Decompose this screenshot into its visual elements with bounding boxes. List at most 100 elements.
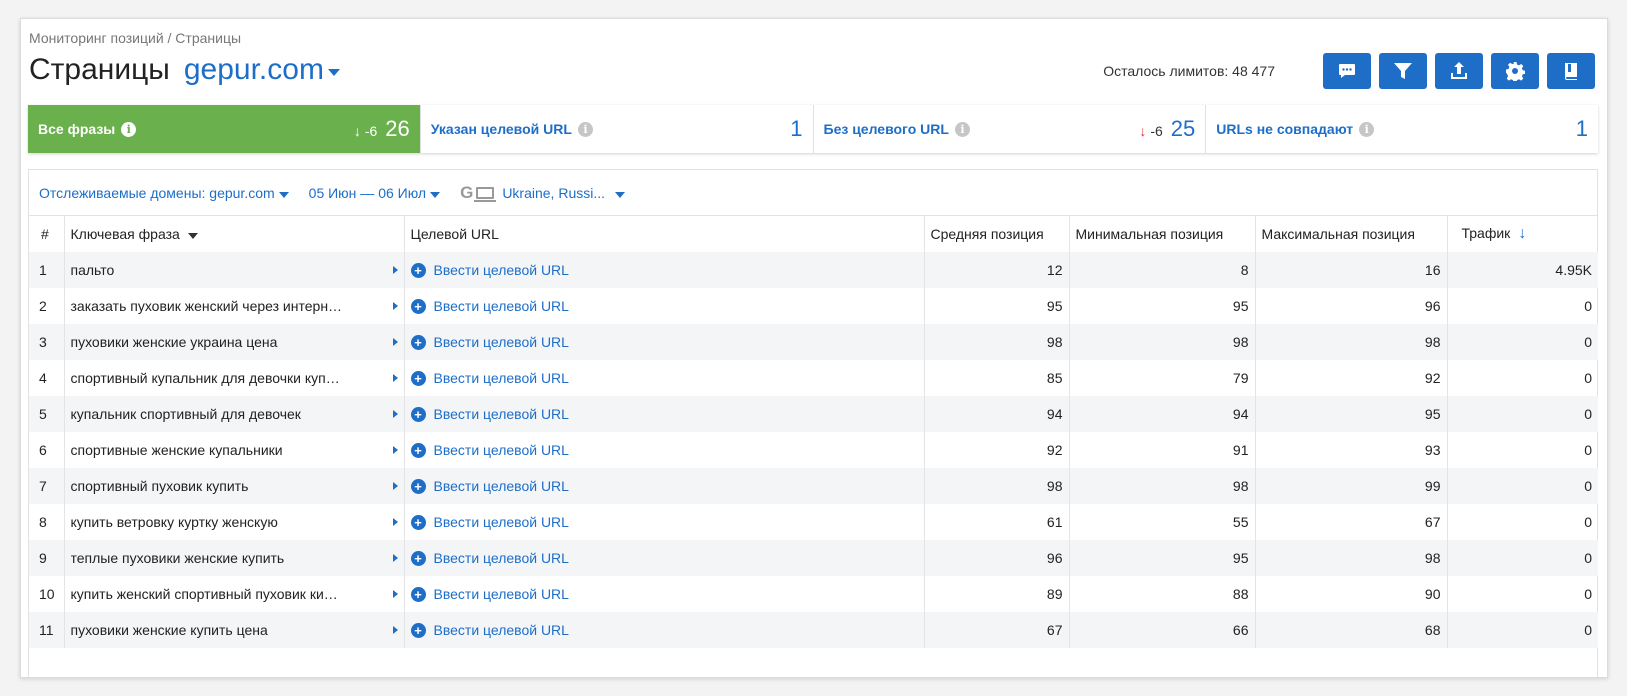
traffic-cell: 0 — [1584, 514, 1592, 530]
domain-dropdown[interactable]: gepur.com — [184, 53, 340, 87]
min-position-cell: 95 — [1069, 540, 1256, 576]
domains-filter[interactable]: Отслеживаемые домены: gepur.com — [39, 185, 289, 201]
expand-arrow-icon[interactable] — [392, 626, 398, 634]
stat-urls-mismatch[interactable]: URLs не совпадают i 1 — [1206, 105, 1598, 153]
avg-position-cell: 94 — [924, 396, 1070, 432]
table-row[interactable]: 4 спортивный купальник для девочки куп… … — [29, 360, 1598, 396]
expand-arrow-icon[interactable] — [392, 590, 398, 598]
laptop-icon — [474, 186, 497, 202]
keyword-cell[interactable]: купальник спортивный для девочек — [64, 396, 405, 432]
col-max-position[interactable]: Максимальная позиция — [1255, 216, 1448, 252]
keyword-cell[interactable]: спортивный купальник для девочки куп… — [64, 360, 405, 396]
enter-target-url-link[interactable]: + Ввести целевой URL — [410, 370, 918, 386]
region-filter[interactable]: G Ukraine, Russi... — [460, 182, 626, 203]
col-keyword[interactable]: Ключевая фраза — [64, 216, 405, 252]
col-avg-position[interactable]: Средняя позиция — [924, 216, 1070, 252]
enter-target-url-link[interactable]: + Ввести целевой URL — [410, 514, 918, 530]
breadcrumb[interactable]: Мониторинг позиций / Страницы — [29, 30, 241, 46]
table-row[interactable]: 1 пальто + Ввести целевой URL 12 8 16 4.… — [29, 252, 1598, 288]
traffic-cell: 0 — [1584, 370, 1592, 386]
col-traffic[interactable]: Трафик ↓ — [1447, 216, 1598, 252]
enter-target-url-link[interactable]: + Ввести целевой URL — [410, 586, 918, 602]
target-url-cell: + Ввести целевой URL — [404, 252, 925, 288]
info-icon[interactable]: i — [1359, 121, 1375, 137]
enter-target-url-link[interactable]: + Ввести целевой URL — [410, 478, 918, 494]
table-row[interactable]: 3 пуховики женские украина цена + Ввести… — [29, 324, 1598, 360]
domain-label: gepur.com — [183, 53, 324, 86]
enter-target-url-link[interactable]: + Ввести целевой URL — [410, 550, 918, 566]
avg-position-cell: 98 — [924, 468, 1070, 504]
link-label: Ввести целевой URL — [433, 478, 569, 494]
enter-target-url-link[interactable]: + Ввести целевой URL — [410, 262, 918, 278]
table-row[interactable]: 9 теплые пуховики женские купить + Ввест… — [29, 540, 1598, 576]
avg-position-cell: 96 — [924, 540, 1070, 576]
expand-arrow-icon[interactable] — [392, 482, 398, 490]
enter-target-url-link[interactable]: + Ввести целевой URL — [410, 334, 918, 350]
max-position-cell: 16 — [1255, 252, 1448, 288]
target-url-cell: + Ввести целевой URL — [404, 468, 925, 504]
table-row[interactable]: 11 пуховики женские купить цена + Ввести… — [29, 612, 1598, 648]
expand-arrow-icon[interactable] — [392, 518, 398, 526]
keyword-cell[interactable]: купить женский спортивный пуховик ки… — [64, 576, 405, 612]
enter-target-url-link[interactable]: + Ввести целевой URL — [410, 406, 918, 422]
stat-delta: ↓ -6 — [353, 123, 378, 139]
traffic-cell: 0 — [1584, 334, 1592, 350]
keywords-table: # Ключевая фраза Целевой URL Средняя поз… — [29, 216, 1598, 648]
table-row[interactable]: 7 спортивный пуховик купить + Ввести цел… — [29, 468, 1598, 504]
target-url-cell: + Ввести целевой URL — [404, 612, 925, 648]
table-row[interactable]: 5 купальник спортивный для девочек + Вве… — [29, 396, 1598, 432]
info-icon[interactable]: i — [954, 121, 970, 137]
link-label: Ввести целевой URL — [433, 334, 569, 350]
comment-button[interactable] — [1323, 53, 1371, 89]
expand-arrow-icon[interactable] — [392, 446, 398, 454]
expand-arrow-icon[interactable] — [392, 374, 398, 382]
stat-value: 26 — [385, 116, 410, 141]
enter-target-url-link[interactable]: + Ввести целевой URL — [410, 622, 918, 638]
date-range-filter[interactable]: 05 Июн — 06 Июл — [309, 185, 441, 201]
keyword-cell[interactable]: пуховики женские украина цена — [64, 324, 405, 360]
filter-button[interactable] — [1379, 53, 1427, 89]
google-icon: G — [460, 182, 474, 202]
stat-no-target-url[interactable]: Без целевого URL i ↓ -6 25 — [813, 105, 1207, 153]
link-label: Ввести целевой URL — [433, 550, 569, 566]
keyword-cell[interactable]: заказать пуховик женский через интерн… — [64, 288, 405, 324]
link-label: Ввести целевой URL — [433, 262, 569, 278]
settings-button[interactable] — [1491, 53, 1539, 89]
min-position-cell: 91 — [1069, 432, 1256, 468]
table-row[interactable]: 8 купить ветровку куртку женскую + Ввест… — [29, 504, 1598, 540]
traffic-cell: 4.95K — [1555, 262, 1592, 278]
row-index: 1 — [29, 252, 65, 288]
expand-arrow-icon[interactable] — [392, 410, 398, 418]
expand-arrow-icon[interactable] — [392, 338, 398, 346]
keyword-cell[interactable]: теплые пуховики женские купить — [64, 540, 405, 576]
expand-arrow-icon[interactable] — [392, 554, 398, 562]
expand-arrow-icon[interactable] — [392, 302, 398, 310]
target-url-cell: + Ввести целевой URL — [404, 432, 925, 468]
table-row[interactable]: 10 купить женский спортивный пуховик ки…… — [29, 576, 1598, 612]
info-icon[interactable]: i — [577, 121, 593, 137]
enter-target-url-link[interactable]: + Ввести целевой URL — [410, 442, 918, 458]
avg-position-cell: 98 — [924, 324, 1070, 360]
keyword-cell[interactable]: спортивный пуховик купить — [64, 468, 405, 504]
stat-value: 25 — [1170, 116, 1196, 141]
expand-arrow-icon[interactable] — [392, 266, 398, 274]
keyword-cell[interactable]: пальто — [64, 252, 405, 288]
keyword-cell[interactable]: купить ветровку куртку женскую — [64, 504, 405, 540]
col-target-url[interactable]: Целевой URL — [404, 216, 925, 252]
min-position-cell: 88 — [1069, 576, 1256, 612]
info-icon[interactable]: i — [121, 121, 137, 137]
table-row[interactable]: 6 спортивные женские купальники + Ввести… — [29, 432, 1598, 468]
stat-all-phrases[interactable]: Все фразы i ↓ -6 26 — [28, 105, 421, 153]
table-row[interactable]: 2 заказать пуховик женский через интерн…… — [29, 288, 1598, 324]
plus-circle-icon: + — [410, 442, 426, 458]
keyword-cell[interactable]: пуховики женские купить цена — [64, 612, 405, 648]
col-min-position[interactable]: Минимальная позиция — [1069, 216, 1256, 252]
stat-target-url-set[interactable]: Указан целевой URL i 1 — [420, 105, 814, 153]
guide-button[interactable] — [1547, 53, 1595, 89]
enter-target-url-link[interactable]: + Ввести целевой URL — [410, 298, 918, 314]
export-button[interactable] — [1435, 53, 1483, 89]
keyword-text: заказать пуховик женский через интерн… — [70, 298, 343, 314]
stat-label: URLs не совпадают — [1216, 121, 1354, 137]
keyword-cell[interactable]: спортивные женские купальники — [64, 432, 405, 468]
max-position-cell: 90 — [1255, 576, 1448, 612]
